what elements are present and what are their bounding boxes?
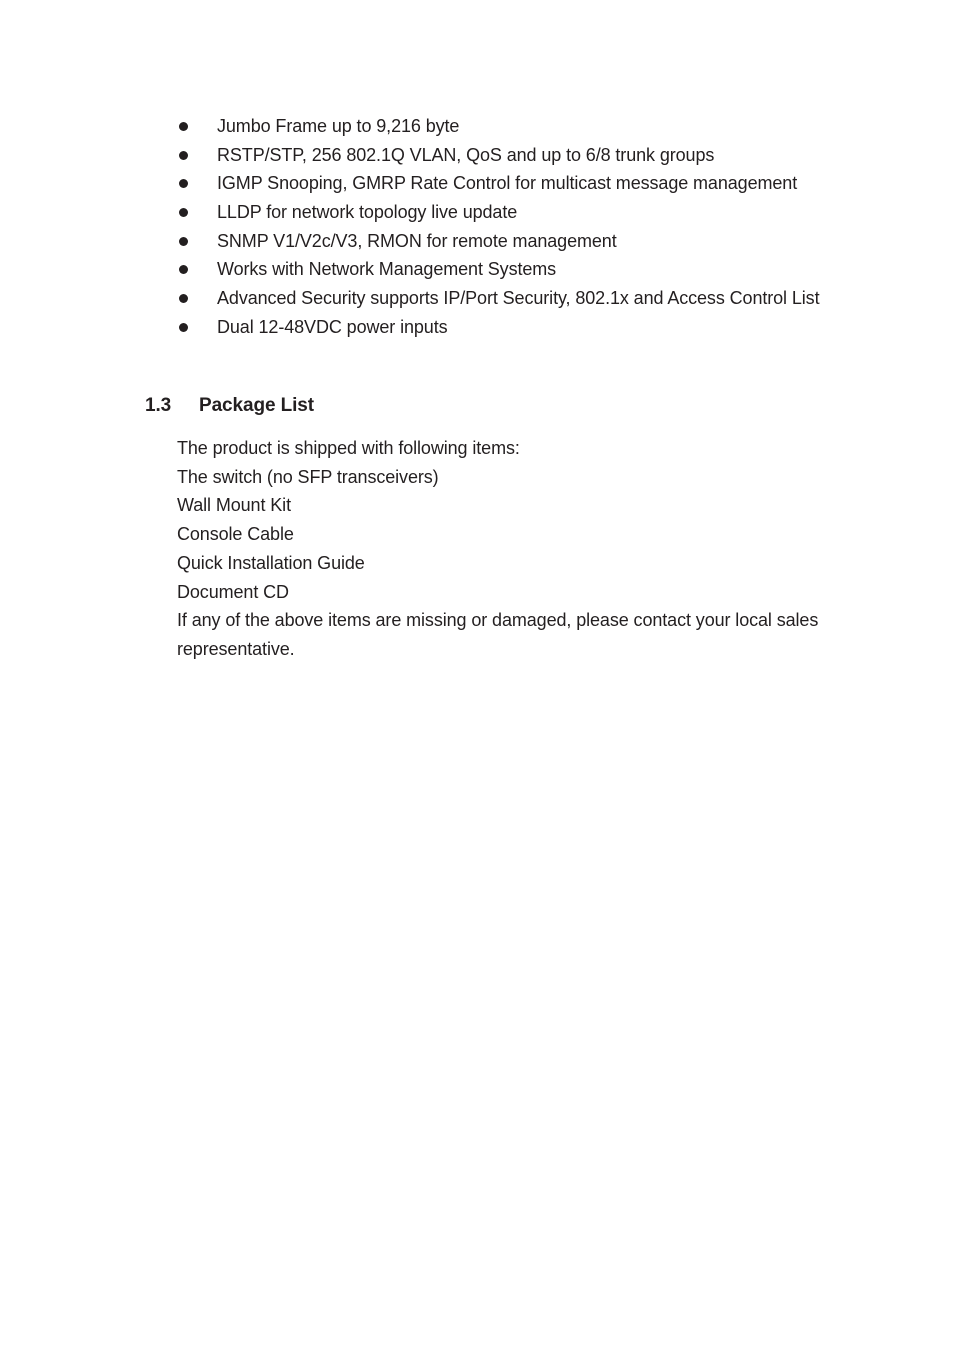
bullet-icon [179, 293, 188, 303]
section-number: 1.3 [145, 394, 172, 416]
feature-text: Advanced Security supports IP/Port Secur… [217, 288, 820, 309]
list-item: IGMP Snooping, GMRP Rate Control for mul… [178, 169, 878, 198]
feature-text: Dual 12-48VDC power inputs [217, 316, 448, 337]
bullet-icon [179, 150, 188, 160]
package-item: Console Cable [177, 524, 294, 545]
section-heading: 1.3 Package List [145, 393, 314, 419]
document-page: Jumbo Frame up to 9,216 byte RSTP/STP, 2… [0, 0, 954, 1350]
package-item: Document CD [177, 581, 289, 602]
list-item: LLDP for network topology live update [178, 198, 878, 227]
list-item: RSTP/STP, 256 802.1Q VLAN, QoS and up to… [178, 141, 878, 170]
bullet-icon [179, 121, 188, 131]
feature-text: SNMP V1/V2c/V3, RMON for remote manageme… [217, 230, 617, 251]
package-note: If any of the above items are missing or… [177, 610, 819, 659]
package-item: Quick Installation Guide [177, 552, 365, 573]
package-item: Wall Mount Kit [177, 495, 291, 516]
package-item: The switch (no SFP transceivers) [177, 466, 439, 487]
bullet-icon [179, 207, 188, 217]
bullet-icon [179, 322, 188, 332]
feature-text: LLDP for network topology live update [217, 202, 518, 223]
bullet-icon [179, 236, 188, 246]
feature-text: RSTP/STP, 256 802.1Q VLAN, QoS and up to… [217, 144, 715, 165]
list-item: Advanced Security supports IP/Port Secur… [178, 284, 878, 313]
feature-text: Works with Network Management Systems [217, 259, 557, 280]
feature-bullet-list: Jumbo Frame up to 9,216 byte RSTP/STP, 2… [178, 112, 878, 342]
package-list-body: The product is shipped with following it… [177, 434, 829, 664]
feature-text: Jumbo Frame up to 9,216 byte [217, 116, 460, 136]
package-intro: The product is shipped with following it… [177, 438, 520, 458]
list-item: Dual 12-48VDC power inputs [178, 313, 878, 342]
list-item: Works with Network Management Systems [178, 255, 878, 284]
bullet-icon [179, 265, 188, 275]
list-item: Jumbo Frame up to 9,216 byte [178, 112, 878, 141]
section-title: Package List [199, 394, 314, 416]
list-item: SNMP V1/V2c/V3, RMON for remote manageme… [178, 227, 878, 256]
bullet-icon [179, 179, 188, 189]
feature-text: IGMP Snooping, GMRP Rate Control for mul… [217, 173, 798, 194]
